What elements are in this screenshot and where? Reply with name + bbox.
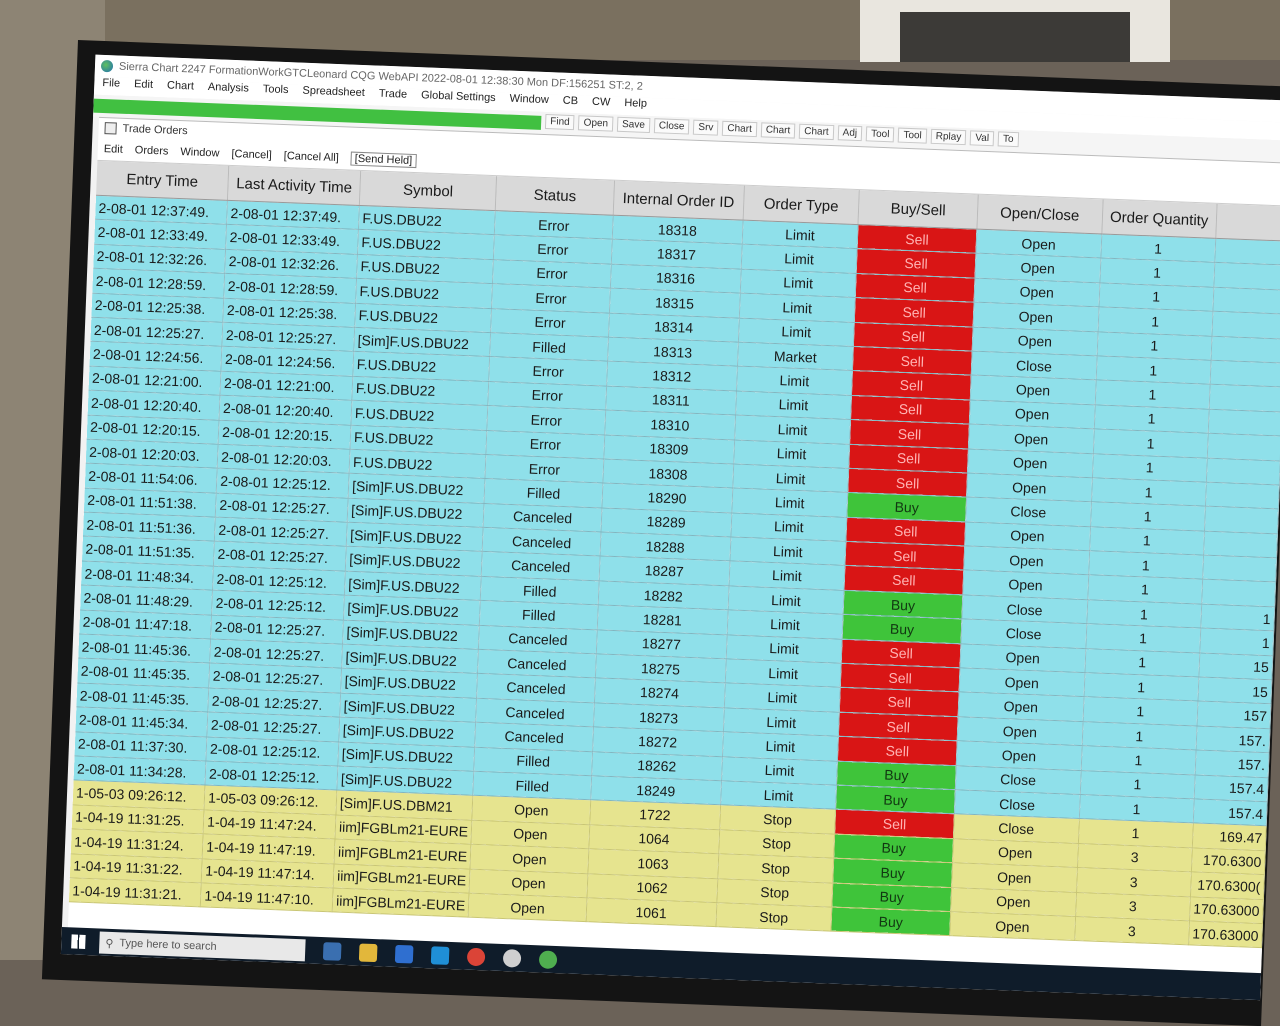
cell-price: 157.4 bbox=[1193, 798, 1268, 827]
menu-trade[interactable]: Trade bbox=[378, 88, 408, 107]
toolbar-find-button[interactable]: Find bbox=[544, 114, 575, 131]
cell-price bbox=[1208, 408, 1280, 437]
column-header-order-quantity[interactable]: Order Quantity bbox=[1101, 199, 1217, 239]
cell-price: 170.63000 bbox=[1189, 896, 1264, 924]
windows-start-icon[interactable] bbox=[71, 934, 86, 949]
cell-price bbox=[1206, 457, 1280, 485]
cell-price bbox=[1207, 433, 1280, 461]
cell-price: 170.6300( bbox=[1190, 872, 1265, 900]
trade-orders-title: Trade Orders bbox=[122, 122, 188, 138]
orders-menu-cancel[interactable]: [Cancel] bbox=[231, 148, 272, 162]
cell-price: 1 bbox=[1200, 603, 1275, 632]
menu-chart[interactable]: Chart bbox=[167, 79, 194, 98]
orders-menu-cancel-all[interactable]: [Cancel All] bbox=[284, 150, 339, 164]
column-header-last-activity-time[interactable]: Last Activity Time bbox=[227, 165, 361, 206]
wall-picture bbox=[860, 0, 1170, 62]
cell-price: 157. bbox=[1195, 725, 1270, 753]
cell-price bbox=[1209, 360, 1280, 388]
cell-price: 15 bbox=[1198, 652, 1273, 680]
menu-cw[interactable]: CW bbox=[592, 96, 611, 115]
cell-entry: 1-04-19 11:31:21. bbox=[68, 877, 202, 908]
toolbar-chart-button[interactable]: Chart bbox=[798, 123, 834, 141]
toolbar-close-button[interactable]: Close bbox=[653, 118, 690, 135]
toolbar-save-button[interactable]: Save bbox=[616, 116, 651, 134]
column-header-open-close[interactable]: Open/Close bbox=[976, 194, 1103, 234]
monitor-bezel: Sierra Chart 2247 FormationWorkGTCLeonar… bbox=[41, 40, 1280, 1026]
toolbar-srv-button[interactable]: Srv bbox=[693, 119, 719, 136]
cell-status: Open bbox=[468, 893, 587, 922]
store-icon[interactable] bbox=[430, 946, 450, 965]
cell-price bbox=[1212, 287, 1280, 315]
cell-price: 157.4 bbox=[1193, 774, 1269, 802]
menu-edit[interactable]: Edit bbox=[134, 78, 153, 97]
cell-qty: 3 bbox=[1074, 916, 1190, 946]
menu-spreadsheet[interactable]: Spreadsheet bbox=[302, 85, 365, 105]
menu-analysis[interactable]: Analysis bbox=[207, 81, 249, 101]
menu-help[interactable]: Help bbox=[624, 97, 647, 116]
cell-symbol: iim]FGBLm21-EURE bbox=[332, 887, 470, 918]
toolbar-chart-button[interactable]: Chart bbox=[760, 122, 796, 139]
cell-price bbox=[1208, 384, 1280, 412]
screen: Sierra Chart 2247 FormationWorkGTCLeonar… bbox=[60, 54, 1280, 1001]
cell-side: Buy bbox=[831, 907, 951, 936]
orders-menu-window[interactable]: Window bbox=[180, 146, 220, 159]
toolbar-tool-button[interactable]: Tool bbox=[865, 126, 895, 143]
cell-price bbox=[1210, 335, 1280, 363]
cell-price bbox=[1211, 311, 1280, 339]
cell-price bbox=[1205, 482, 1280, 510]
cell-oc: Open bbox=[949, 911, 1076, 941]
cell-type: Stop bbox=[715, 902, 833, 932]
window-icon bbox=[104, 122, 117, 135]
orders-table: Entry Time Last Activity Time Symbol Status… bbox=[68, 160, 1280, 949]
chrome-icon[interactable] bbox=[466, 947, 486, 967]
cell-price: 170.6300 bbox=[1191, 847, 1266, 875]
menu-window[interactable]: Window bbox=[509, 93, 549, 112]
cell-price: 157 bbox=[1196, 701, 1271, 729]
toolbar-to-button[interactable]: To bbox=[997, 131, 1019, 148]
toolbar-val-button[interactable]: Val bbox=[970, 130, 995, 147]
cell-price: 157. bbox=[1194, 750, 1270, 778]
search-icon: ⚲ bbox=[105, 937, 114, 950]
toolbar-chart-button[interactable]: Chart bbox=[722, 120, 758, 138]
cell-price: 169.47 bbox=[1192, 823, 1267, 851]
trade-orders-window: Trade Orders Edit Orders Window [Cancel] [Ca… bbox=[66, 116, 1280, 1001]
taskbar-search[interactable]: ⚲ Type here to search bbox=[98, 931, 306, 962]
column-header-status[interactable]: Status bbox=[495, 176, 615, 216]
orders-menu-orders[interactable]: Orders bbox=[135, 144, 169, 157]
search-placeholder: Type here to search bbox=[119, 937, 217, 953]
cell-last: 1-04-19 11:47:10. bbox=[200, 882, 334, 913]
menu-tools[interactable]: Tools bbox=[262, 83, 289, 102]
cell-oid: 1061 bbox=[585, 897, 717, 927]
cell-price bbox=[1204, 506, 1279, 534]
column-header-symbol[interactable]: Symbol bbox=[359, 170, 497, 211]
orders-menu-send-held[interactable]: [Send Held] bbox=[350, 151, 417, 169]
sierra-chart-app-icon bbox=[100, 59, 114, 73]
toolbar-adj-button[interactable]: Adj bbox=[837, 125, 863, 142]
column-header-price[interactable] bbox=[1215, 203, 1280, 242]
menu-cb[interactable]: CB bbox=[562, 95, 579, 114]
column-header-internal-order-id[interactable]: Internal Order ID bbox=[613, 180, 744, 221]
cell-price bbox=[1201, 579, 1276, 607]
cell-price bbox=[1213, 262, 1280, 290]
cell-price: 15 bbox=[1197, 677, 1272, 705]
column-header-entry-time[interactable]: Entry Time bbox=[96, 160, 229, 201]
app-icon[interactable] bbox=[502, 949, 522, 968]
column-header-order-type[interactable]: Order Type bbox=[742, 185, 860, 225]
cell-price: 170.63000 bbox=[1188, 920, 1263, 948]
word-icon[interactable] bbox=[394, 944, 414, 964]
file-explorer-icon[interactable] bbox=[358, 943, 378, 963]
menu-file[interactable]: File bbox=[102, 77, 120, 96]
task-view-icon[interactable] bbox=[322, 942, 342, 961]
orders-menu-edit[interactable]: Edit bbox=[104, 143, 123, 156]
orders-body: 2-08-01 12:37:49. 2-08-01 12:37:49. F.US.D… bbox=[68, 195, 1280, 948]
toolbar-tool-button[interactable]: Tool bbox=[898, 127, 928, 144]
toolbar-open-button[interactable]: Open bbox=[578, 115, 614, 132]
cell-price bbox=[1203, 530, 1278, 558]
cell-price bbox=[1202, 555, 1277, 583]
cell-price bbox=[1214, 238, 1280, 266]
cell-price: 1 bbox=[1199, 628, 1274, 656]
toolbar-rplay-button[interactable]: Rplay bbox=[930, 128, 967, 146]
column-header-buy-sell[interactable]: Buy/Sell bbox=[858, 190, 978, 230]
